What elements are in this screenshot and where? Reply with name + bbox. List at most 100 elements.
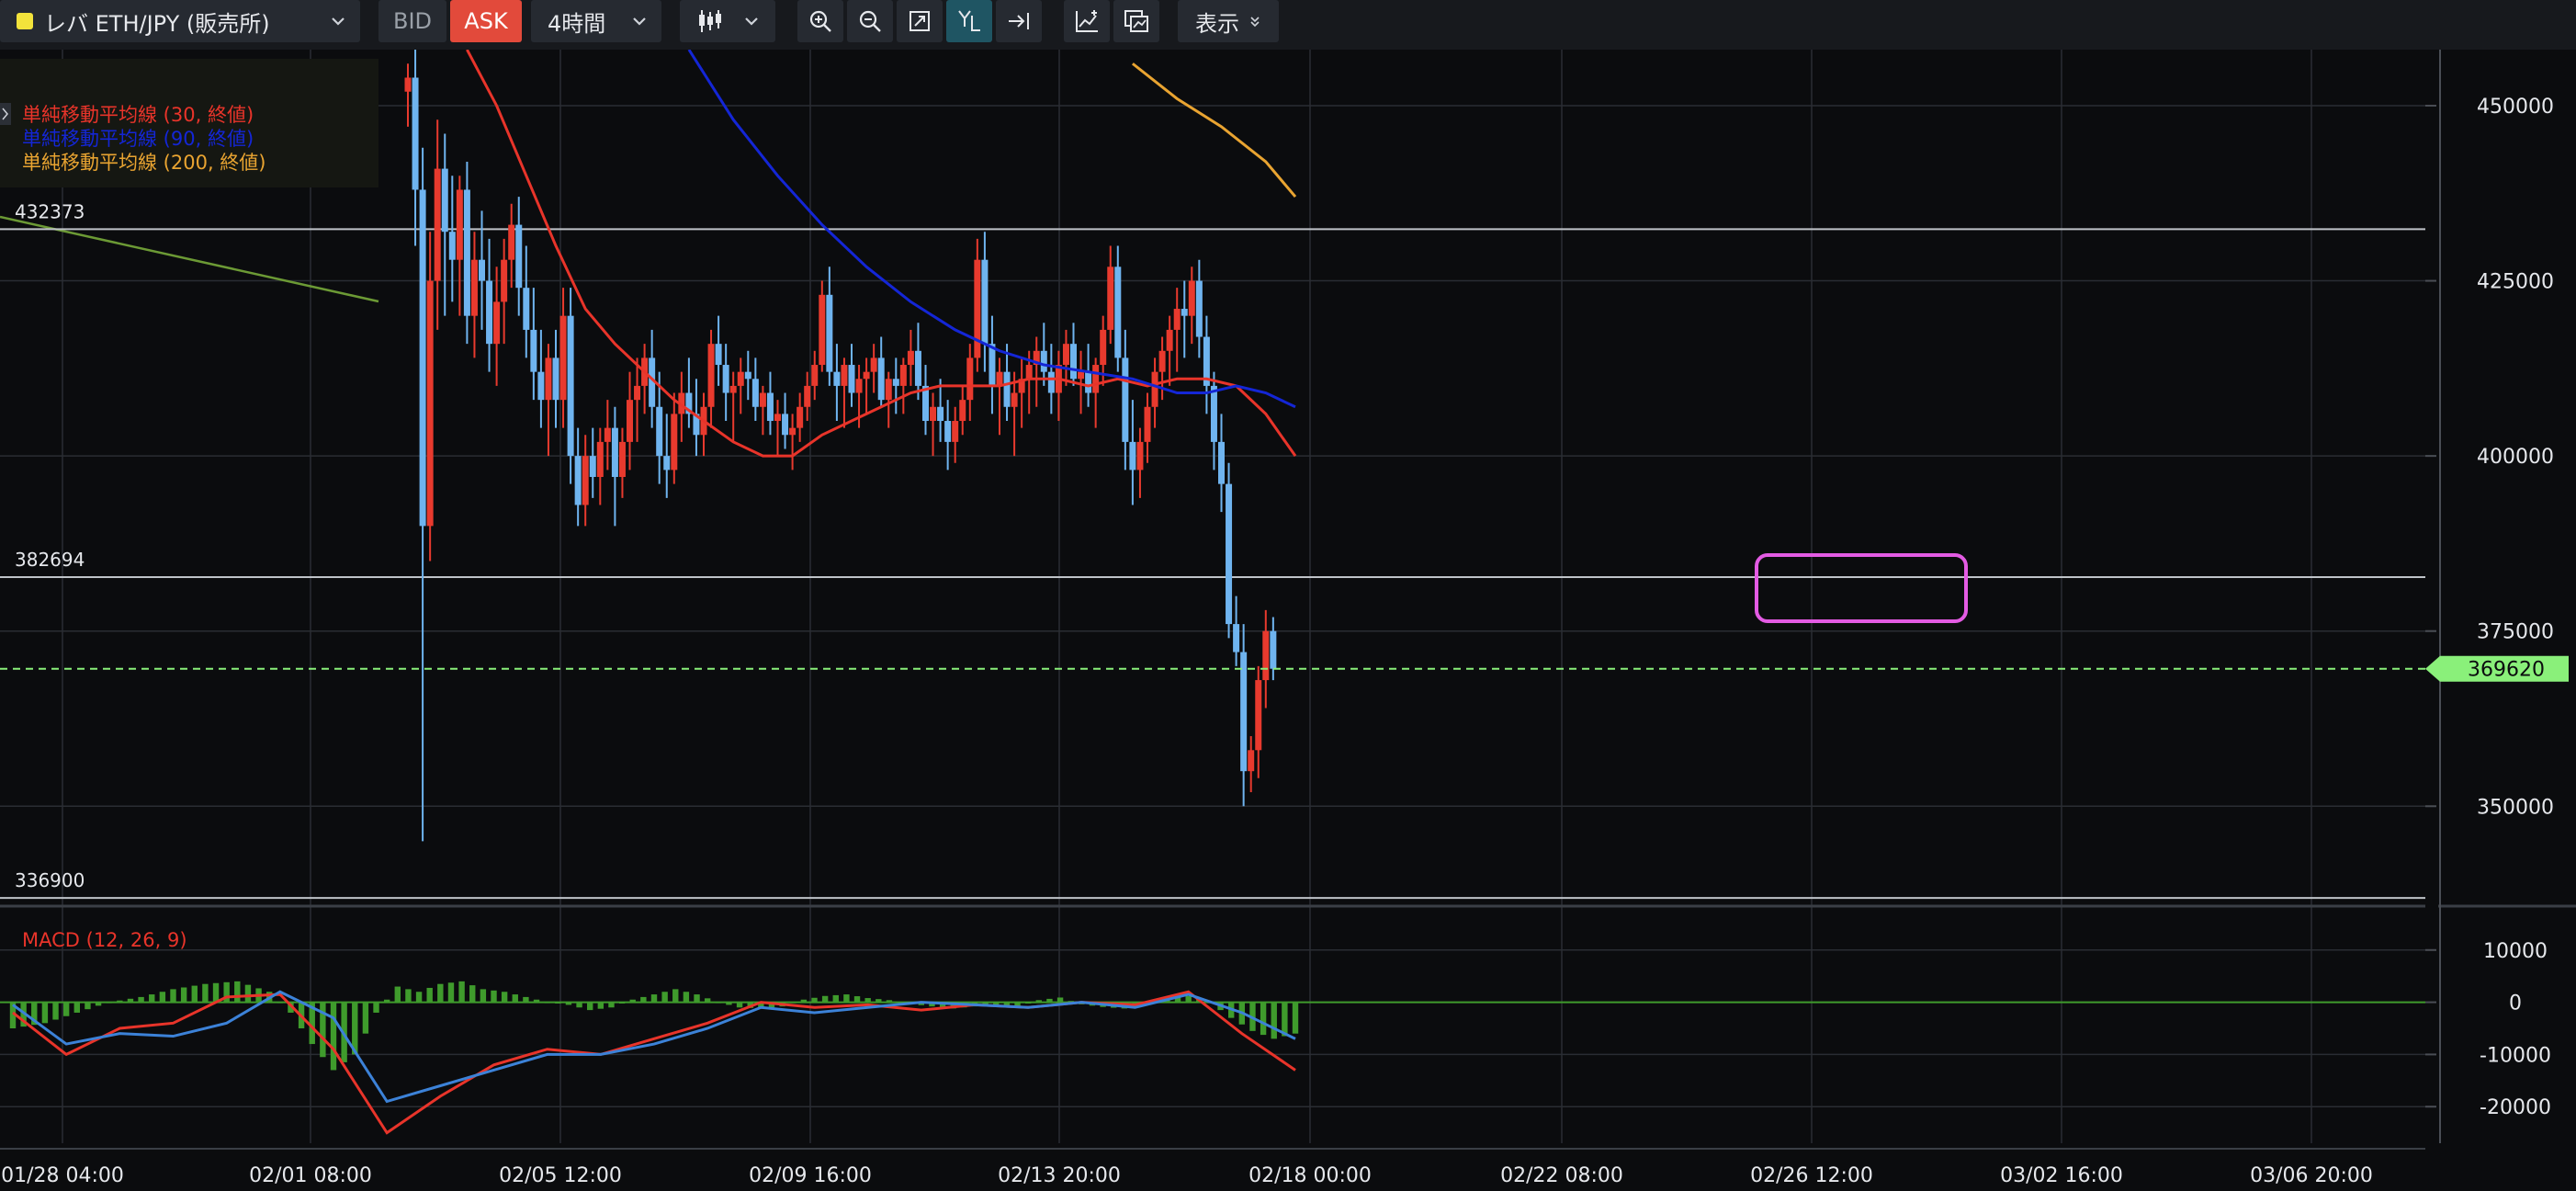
candle-body [937, 406, 944, 422]
macd-histogram-bar [362, 1002, 369, 1034]
compare-button[interactable] [1113, 0, 1159, 42]
candle-body [479, 259, 485, 281]
symbol-selector[interactable]: レバ ETH/JPY (販売所) [0, 0, 360, 42]
legend-ma30: 単純移動平均線 (30, 終値) [22, 104, 254, 126]
candle-body [419, 189, 426, 527]
indicator-icon [1074, 8, 1100, 34]
candle-body [1226, 483, 1233, 625]
display-menu[interactable]: 表示 [1178, 0, 1279, 42]
candle-body [1092, 365, 1100, 393]
candle-body [899, 365, 907, 386]
candle-body [501, 259, 508, 302]
y-axis-button[interactable] [946, 0, 992, 42]
y-tick-label: 375000 [2477, 621, 2554, 644]
candle-body [848, 365, 855, 393]
candle-body [989, 344, 996, 386]
macd-histogram-bar [853, 996, 861, 1003]
candle-body [914, 350, 921, 386]
macd-y-tick-label: -20000 [2480, 1096, 2551, 1119]
bid-button[interactable]: BID [378, 0, 446, 42]
macd-histogram-bar [533, 999, 540, 1003]
x-tick-label: 02/18 00:00 [1248, 1164, 1372, 1187]
timeframe-selector[interactable]: 4時間 [531, 0, 661, 42]
candle-body [559, 315, 567, 401]
macd-histogram-bar [62, 1002, 70, 1016]
candle-body [656, 406, 663, 457]
candle-body [996, 371, 1003, 386]
x-tick-label: 02/01 08:00 [249, 1164, 372, 1187]
candle-body [782, 414, 789, 436]
macd-histogram-bar [876, 999, 882, 1003]
macd-histogram-bar [480, 989, 487, 1003]
candle-body [486, 280, 493, 345]
candle-body [1107, 267, 1114, 330]
candle-body [1078, 371, 1085, 380]
macd-histogram-bar [843, 994, 850, 1003]
candle-body [981, 259, 989, 345]
macd-histogram-bar [587, 1002, 593, 1011]
macd-histogram-bar [491, 990, 497, 1003]
macd-histogram-bar [191, 985, 198, 1003]
candle-body [1270, 630, 1277, 669]
price-axis[interactable]: 350000 375000 400000 425000 450000 369620 [2425, 96, 2569, 819]
x-tick-label: 02/13 20:00 [998, 1164, 1121, 1187]
macd-histogram-bar [661, 992, 668, 1003]
candle-body [412, 77, 419, 190]
candlestick-icon [696, 8, 724, 34]
ask-button[interactable]: ASK [450, 0, 522, 42]
macd-histogram-bar [694, 994, 700, 1003]
x-tick-label: 03/02 16:00 [2000, 1164, 2123, 1187]
candle-body [789, 427, 797, 436]
macd-histogram-bar [244, 984, 252, 1003]
signal-line [12, 990, 1296, 1135]
candle-body [841, 365, 848, 386]
candle-body [759, 392, 766, 407]
zoom-in-button[interactable] [797, 0, 843, 42]
macd-histogram-bar [437, 983, 444, 1003]
candle-body [766, 392, 774, 422]
candle [426, 232, 434, 561]
candle-body [833, 371, 841, 386]
left-collapse-icon[interactable] [0, 103, 11, 125]
candle-body [1255, 680, 1262, 751]
macd-histogram-bar [555, 1002, 561, 1004]
chart-type-selector[interactable] [680, 0, 775, 42]
candle-body [707, 344, 715, 407]
macd-histogram-bar [180, 987, 187, 1003]
macd-histogram-bar [41, 1002, 49, 1024]
level-label: 336900 [15, 869, 85, 891]
macd-histogram-bar [394, 986, 401, 1003]
candle-body [892, 379, 899, 386]
macd-histogram-bar [544, 1002, 550, 1004]
macd-histogram-bar [1292, 1002, 1299, 1034]
candle-body [974, 259, 981, 358]
scroll-end-icon [1006, 8, 1032, 34]
current-price-tag: 369620 [2425, 655, 2569, 682]
candle-body [1210, 385, 1217, 442]
time-axis[interactable]: 01/28 04:00 02/01 08:00 02/05 12:00 02/09 1… [1, 1164, 2373, 1187]
macd-histogram-bar [618, 1002, 626, 1004]
candle-body [537, 371, 545, 401]
candle-body [1166, 329, 1173, 351]
toolbar: レバ ETH/JPY (販売所) BID ASK 4時間 表示 [0, 0, 2576, 50]
candle-body [627, 400, 633, 442]
candle-body [751, 379, 759, 407]
candle-body [1100, 329, 1107, 366]
candle-body [1040, 350, 1047, 372]
macd-histogram-bar [1185, 995, 1192, 1003]
macd-histogram-bar [202, 983, 209, 1003]
macd-histogram-bar [608, 1002, 615, 1008]
candle-body [618, 441, 626, 477]
fit-button[interactable] [897, 0, 943, 42]
candle-body [671, 414, 678, 471]
candle-body [441, 168, 448, 233]
macd-histogram-bar [629, 999, 636, 1003]
chart-area[interactable]: 432373 382694 336900 単純移動平均線 (30, 終値) 単純移動… [0, 50, 2576, 1191]
indicator-button[interactable] [1064, 0, 1110, 42]
macd-axis[interactable]: -20000 -10000 0 10000 [2425, 940, 2551, 1119]
scroll-end-button[interactable] [996, 0, 1042, 42]
macd-histogram-bar [1271, 1002, 1277, 1039]
candle-body [774, 414, 781, 422]
legend-ma90: 単純移動平均線 (90, 終値) [22, 128, 254, 150]
zoom-out-button[interactable] [847, 0, 893, 42]
